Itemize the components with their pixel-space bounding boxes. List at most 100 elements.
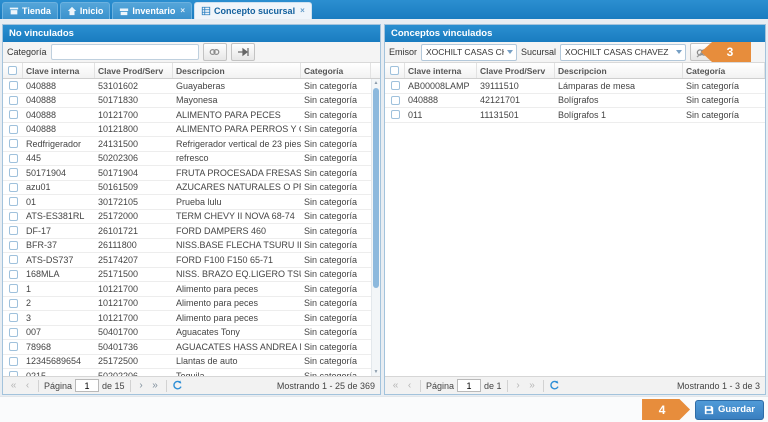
row-checkbox[interactable] bbox=[9, 270, 18, 279]
last-page-button[interactable]: » bbox=[527, 381, 538, 391]
row-checkbox[interactable] bbox=[391, 110, 400, 119]
row-checkbox[interactable] bbox=[9, 299, 18, 308]
table-cell: Prueba lulu bbox=[173, 197, 301, 207]
table-row[interactable]: Redfrigerador24131500Refrigerador vertic… bbox=[3, 137, 380, 152]
move-to-linked-button[interactable] bbox=[231, 43, 255, 61]
table-row[interactable]: BFR-3726111800NISS.BASE FLECHA TSURU III… bbox=[3, 239, 380, 254]
table-row[interactable]: AB00008LAMP39111510Lámparas de mesaSin c… bbox=[385, 79, 765, 94]
first-page-button[interactable]: « bbox=[390, 381, 401, 391]
table-row[interactable]: ATS-ES381RL25172000TERM CHEVY II NOVA 68… bbox=[3, 210, 380, 225]
row-checkbox[interactable] bbox=[9, 81, 18, 90]
first-page-button[interactable]: « bbox=[8, 381, 19, 391]
row-checkbox[interactable] bbox=[9, 110, 18, 119]
column-header[interactable]: Categoría bbox=[683, 63, 765, 78]
column-header[interactable]: Descripcion bbox=[173, 63, 301, 78]
table-row[interactable]: 7896850401736AGUACATES HASS ANDREA MONTO… bbox=[3, 340, 380, 355]
refresh-button[interactable] bbox=[549, 380, 560, 391]
table-row[interactable]: 01111131501Bolígrafos 1Sin categoría bbox=[385, 108, 765, 123]
table-row[interactable]: 04088842121701BolígrafosSin categoría bbox=[385, 94, 765, 109]
table-cell: 1 bbox=[23, 284, 95, 294]
close-icon[interactable]: × bbox=[180, 7, 185, 15]
link-button[interactable] bbox=[203, 43, 227, 61]
select-all-checkbox[interactable] bbox=[390, 66, 399, 75]
page-input[interactable] bbox=[457, 379, 481, 392]
table-row[interactable]: 04088810121700ALIMENTO PARA PECESSin cat… bbox=[3, 108, 380, 123]
vertical-scrollbar[interactable]: ▲ ▼ bbox=[371, 79, 380, 376]
column-header[interactable]: Clave Prod/Serv bbox=[477, 63, 555, 78]
row-checkbox[interactable] bbox=[9, 125, 18, 134]
save-icon bbox=[704, 405, 714, 415]
table-row[interactable]: 021550202206TequilaSin categoría bbox=[3, 369, 380, 376]
table-row[interactable]: azu0150161509AZUCARES NATURALES O PRODUC… bbox=[3, 181, 380, 196]
table-row[interactable]: 0130172105Prueba luluSin categoría bbox=[3, 195, 380, 210]
panel-conceptos-vinculados: Conceptos vinculados Emisor XOCHILT CASA… bbox=[384, 24, 766, 395]
row-checkbox[interactable] bbox=[9, 342, 18, 351]
table-cell: Guayaberas bbox=[173, 81, 301, 91]
row-checkbox[interactable] bbox=[9, 284, 18, 293]
table-row[interactable]: 310121700Alimento para pecesSin categorí… bbox=[3, 311, 380, 326]
next-page-button[interactable]: › bbox=[136, 381, 147, 391]
table-row[interactable]: DF-1726101721FORD DAMPERS 460Sin categor… bbox=[3, 224, 380, 239]
last-page-button[interactable]: » bbox=[150, 381, 161, 391]
step-4-badge: 4 bbox=[642, 399, 690, 420]
refresh-button[interactable] bbox=[172, 380, 183, 391]
tab-inventario[interactable]: Inventario × bbox=[112, 2, 192, 19]
row-checkbox[interactable] bbox=[9, 212, 18, 221]
row-checkbox[interactable] bbox=[9, 357, 18, 366]
row-checkbox[interactable] bbox=[9, 255, 18, 264]
table-cell: Sin categoría bbox=[301, 298, 371, 308]
row-checkbox[interactable] bbox=[9, 168, 18, 177]
table-row[interactable]: 210121700Alimento para pecesSin categorí… bbox=[3, 297, 380, 312]
table-cell: 168MLA bbox=[23, 269, 95, 279]
table-row[interactable]: 1234568965425172500Llantas de autoSin ca… bbox=[3, 355, 380, 370]
scrollbar-thumb[interactable] bbox=[373, 88, 379, 288]
table-row[interactable]: 44550202306refrescoSin categoría bbox=[3, 152, 380, 167]
select-all-checkbox[interactable] bbox=[8, 66, 17, 75]
column-header[interactable]: Clave interna bbox=[23, 63, 95, 78]
table-row[interactable]: ATS-DS73725174207FORD F100 F150 65-71Sin… bbox=[3, 253, 380, 268]
table-row[interactable]: 04088850171830MayonesaSin categoría bbox=[3, 94, 380, 109]
row-checkbox[interactable] bbox=[9, 96, 18, 105]
column-header[interactable]: Clave Prod/Serv bbox=[95, 63, 173, 78]
table-row[interactable]: 168MLA25171500NISS. BRAZO EQ.LIGERO TSUR… bbox=[3, 268, 380, 283]
table-row[interactable]: 5017190450171904FRUTA PROCESADA FRESASSi… bbox=[3, 166, 380, 181]
tab-inicio[interactable]: Inicio bbox=[60, 2, 111, 19]
table-row[interactable]: 04088853101602GuayaberasSin categoría bbox=[3, 79, 380, 94]
prev-page-button[interactable]: ‹ bbox=[22, 381, 33, 391]
row-checkbox[interactable] bbox=[391, 96, 400, 105]
prev-page-button[interactable]: ‹ bbox=[404, 381, 415, 391]
save-button[interactable]: Guardar bbox=[695, 400, 764, 420]
table-cell: 50202206 bbox=[95, 371, 173, 376]
row-checkbox[interactable] bbox=[9, 183, 18, 192]
emisor-select[interactable]: XOCHILT CASAS CHA bbox=[421, 44, 517, 61]
page-input[interactable] bbox=[75, 379, 99, 392]
table-cell: 25172500 bbox=[95, 356, 173, 366]
table-cell: Sin categoría bbox=[301, 81, 371, 91]
row-checkbox[interactable] bbox=[9, 139, 18, 148]
sucursal-select[interactable]: XOCHILT CASAS CHAVEZ bbox=[560, 44, 686, 61]
next-page-button[interactable]: › bbox=[513, 381, 524, 391]
row-checkbox[interactable] bbox=[9, 197, 18, 206]
tab-concepto-sucursal[interactable]: Concepto sucursal × bbox=[194, 2, 312, 19]
row-checkbox[interactable] bbox=[9, 226, 18, 235]
row-checkbox[interactable] bbox=[9, 154, 18, 163]
column-header[interactable]: Clave interna bbox=[405, 63, 477, 78]
tab-tienda[interactable]: Tienda bbox=[2, 2, 58, 19]
scroll-up-icon[interactable]: ▲ bbox=[372, 80, 380, 86]
column-header[interactable]: Categoría bbox=[301, 63, 371, 78]
table-row[interactable]: 04088810121800ALIMENTO PARA PERROS Y GAT… bbox=[3, 123, 380, 138]
row-checkbox[interactable] bbox=[391, 81, 400, 90]
category-filter-input[interactable] bbox=[51, 44, 199, 60]
table-cell: Sin categoría bbox=[301, 284, 371, 294]
table-row[interactable]: 00750401700Aguacates TonySin categoría bbox=[3, 326, 380, 341]
tab-label: Concepto sucursal bbox=[214, 6, 295, 16]
column-header[interactable]: Descripcion bbox=[555, 63, 683, 78]
table-row[interactable]: 110121700Alimento para pecesSin categorí… bbox=[3, 282, 380, 297]
row-checkbox[interactable] bbox=[9, 328, 18, 337]
close-icon[interactable]: × bbox=[300, 7, 305, 15]
scroll-down-icon[interactable]: ▼ bbox=[372, 369, 380, 375]
row-checkbox[interactable] bbox=[9, 241, 18, 250]
row-checkbox[interactable] bbox=[9, 313, 18, 322]
row-checkbox[interactable] bbox=[9, 371, 18, 376]
table-cell: Sin categoría bbox=[683, 110, 765, 120]
